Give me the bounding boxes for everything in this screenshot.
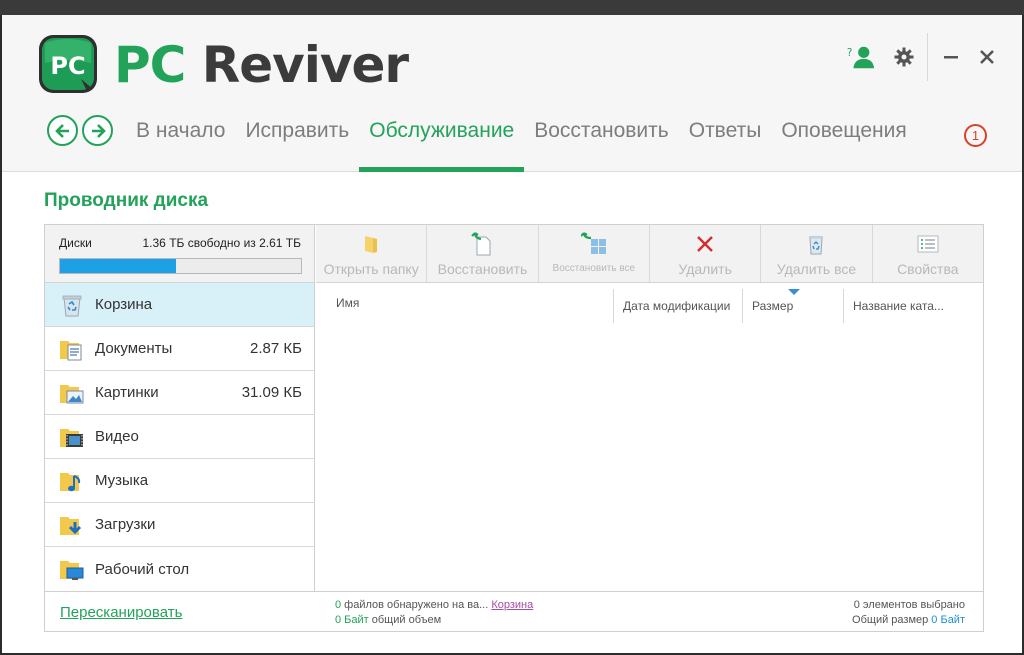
video-folder-icon <box>59 424 85 450</box>
desktop-folder-icon <box>59 556 85 582</box>
brand-name: PC Reviver <box>114 36 409 94</box>
sidebar-item-video[interactable]: Видео <box>45 415 314 459</box>
page-title: Проводник диска <box>44 190 209 211</box>
window-controls: ? <box>845 33 1002 81</box>
sort-descending-icon <box>788 289 800 295</box>
tab-alerts[interactable]: Оповещения <box>771 115 916 172</box>
total-bytes-text: общий объем <box>368 614 442 626</box>
sidebar-item-desktop[interactable]: Рабочий стол <box>45 547 314 591</box>
downloads-folder-icon <box>59 512 85 538</box>
total-size-value: 0 Байт <box>931 614 965 626</box>
sidebar-item-music[interactable]: Музыка <box>45 459 314 503</box>
help-user-icon[interactable]: ? <box>845 42 875 72</box>
alerts-count-badge: 1 <box>964 124 987 147</box>
file-toolbar: Открыть папку Восстановить Восстановить … <box>316 225 983 283</box>
open-folder-button[interactable]: Открыть папку <box>316 225 428 282</box>
recycle-bin-icon <box>59 292 85 318</box>
delete-all-button[interactable]: Удалить все <box>761 225 873 282</box>
total-bytes-value: 0 Байт <box>335 614 369 626</box>
disks-summary: Диски 1.36 ТБ свободно из 2.61 ТБ <box>45 225 314 283</box>
music-folder-icon <box>59 468 85 494</box>
tab-answers[interactable]: Ответы <box>679 115 772 172</box>
restore-button[interactable]: Восстановить <box>427 225 539 282</box>
sidebar-item-pictures[interactable]: Картинки 31.09 КБ <box>45 371 314 415</box>
pictures-folder-icon <box>59 380 85 406</box>
rescan-link[interactable]: Пересканировать <box>60 604 182 621</box>
status-footer: Пересканировать 0 файлов обнаружено на в… <box>45 591 983 631</box>
svg-text:?: ? <box>847 47 852 59</box>
restore-all-button[interactable]: Восстановить все <box>539 225 650 282</box>
header-divider <box>927 33 928 81</box>
sidebar-item-label: Музыка <box>95 472 149 489</box>
main-nav: В начало Исправить Обслуживание Восстано… <box>136 115 917 172</box>
disk-explorer-panel: Диски 1.36 ТБ свободно из 2.61 ТБ Корзин… <box>44 224 984 632</box>
column-size-label: Размер <box>752 299 794 313</box>
tab-restore[interactable]: Восстановить <box>524 115 678 172</box>
delete-button[interactable]: Удалить <box>650 225 762 282</box>
tab-fix[interactable]: Исправить <box>235 115 359 172</box>
header: PC PC Reviver ? В начало Исправить Обслу… <box>2 15 1022 172</box>
disks-label: Диски <box>59 236 92 250</box>
folder-icon <box>363 231 379 257</box>
documents-folder-icon <box>59 336 85 362</box>
location-link[interactable]: Корзина <box>491 599 533 611</box>
column-modified[interactable]: Дата модификации <box>613 289 742 323</box>
brand-reviver: Reviver <box>185 36 409 94</box>
delete-x-icon <box>695 231 715 257</box>
sidebar-item-size: 31.09 КБ <box>241 384 302 401</box>
delete-label: Удалить <box>678 261 732 277</box>
files-found-text: файлов обнаружено на ва... <box>341 599 489 611</box>
sidebar-item-recycle-bin[interactable]: Корзина <box>45 283 314 327</box>
total-size-label: Общий размер <box>852 614 932 626</box>
forward-arrow-icon[interactable] <box>82 115 113 146</box>
sidebar-item-label: Видео <box>95 428 139 445</box>
sidebar-item-label: Документы <box>95 340 173 357</box>
file-list-header: Имя Дата модификации Размер Название кат… <box>316 283 983 323</box>
restore-all-label: Восстановить все <box>552 263 636 274</box>
sidebar-item-label: Картинки <box>95 384 159 401</box>
disk-usage-fill <box>60 259 176 273</box>
selection-info: 0 элементов выбрано Общий размер 0 Байт <box>852 598 965 628</box>
properties-label: Свойства <box>897 261 959 277</box>
sidebar-item-label: Загрузки <box>95 516 156 533</box>
properties-button[interactable]: Свойства <box>873 225 983 282</box>
pc-reviver-logo: PC <box>37 33 99 95</box>
tab-home[interactable]: В начало <box>136 115 235 172</box>
open-folder-label: Открыть папку <box>323 261 419 277</box>
sidebar-item-downloads[interactable]: Загрузки <box>45 503 314 547</box>
column-name[interactable]: Имя <box>316 283 613 323</box>
restore-all-icon <box>580 231 607 257</box>
disk-usage-bar <box>59 258 302 274</box>
brand-pc: PC <box>114 36 186 94</box>
files-found-info: 0 файлов обнаружено на ва... Корзина 0 Б… <box>335 598 533 628</box>
column-size[interactable]: Размер <box>742 289 843 323</box>
restore-label: Восстановить <box>437 261 528 277</box>
disks-free-space: 1.36 ТБ свободно из 2.61 ТБ <box>142 236 302 250</box>
tab-maintenance[interactable]: Обслуживание <box>359 115 525 172</box>
selected-count-text: 0 элементов выбрано <box>853 599 965 611</box>
svg-text:PC: PC <box>50 52 85 80</box>
restore-file-icon <box>471 231 493 257</box>
sidebar-item-documents[interactable]: Документы 2.87 КБ <box>45 327 314 371</box>
close-icon[interactable] <box>972 42 1002 72</box>
history-arrows <box>47 115 113 146</box>
recycle-bin-icon <box>806 231 826 257</box>
delete-all-label: Удалить все <box>776 261 857 277</box>
sidebar-item-label: Рабочий стол <box>95 560 190 578</box>
sidebar-item-label: Корзина <box>95 296 153 313</box>
sidebar-item-size: 2.87 КБ <box>250 340 302 357</box>
properties-list-icon <box>917 231 939 257</box>
gear-icon[interactable] <box>889 42 919 72</box>
app-window: PC PC Reviver ? В начало Исправить Обслу… <box>0 15 1024 655</box>
back-arrow-icon[interactable] <box>47 115 78 146</box>
column-catalog[interactable]: Название ката... <box>843 289 983 323</box>
minimize-icon[interactable] <box>936 42 966 72</box>
sidebar: Диски 1.36 ТБ свободно из 2.61 ТБ Корзин… <box>45 225 315 591</box>
